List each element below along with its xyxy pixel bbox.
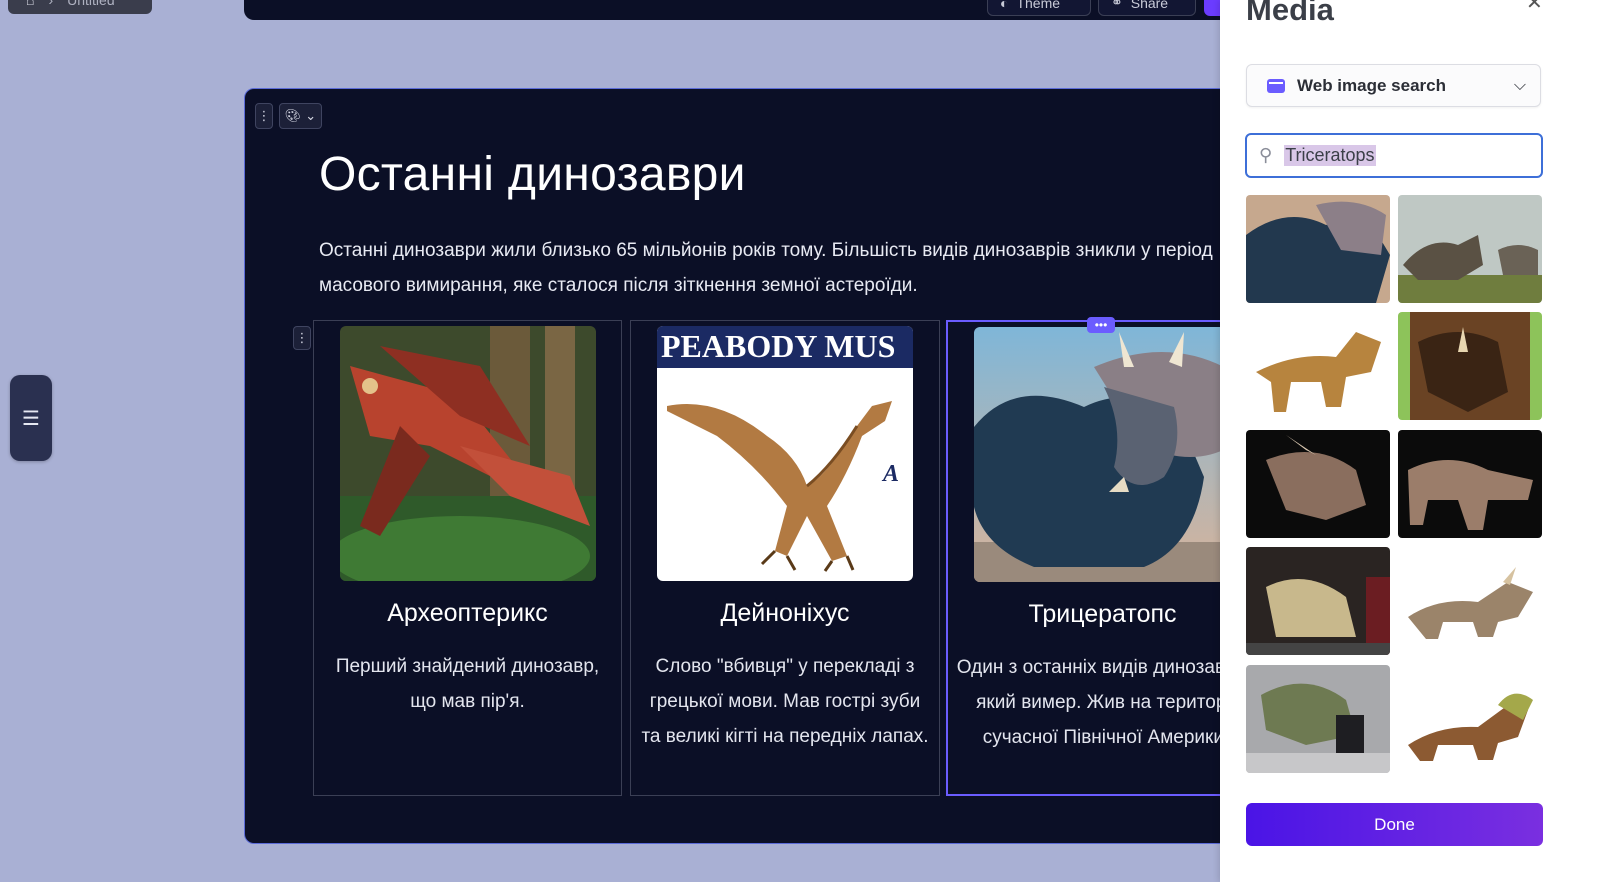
close-icon[interactable]: ✕	[1526, 0, 1543, 15]
card-menu-button[interactable]: ⋮	[255, 103, 273, 129]
result-thumbnail[interactable]	[1246, 195, 1390, 303]
media-panel: Media ✕ Web image search ⌵ ⚲ Triceratops	[1220, 0, 1600, 882]
menu-lines-icon: ☰	[22, 407, 40, 430]
column-text[interactable]: Один з останніх видів динозаврів, який в…	[956, 650, 1233, 755]
image-search-input[interactable]: ⚲ Triceratops	[1245, 133, 1543, 178]
more-horizontal-icon: •••	[1094, 318, 1108, 332]
vertical-dots-icon: ⋮	[295, 330, 309, 345]
result-thumbnail[interactable]	[1398, 195, 1542, 303]
grid-menu-button[interactable]: ⋮	[293, 326, 311, 350]
result-thumbnail[interactable]	[1246, 430, 1390, 538]
theme-button[interactable]: ◐ Theme	[987, 0, 1091, 16]
vertical-dots-icon: ⋮	[257, 108, 271, 123]
share-button[interactable]: ⚭ Share	[1098, 0, 1196, 16]
card-column-archaeopteryx[interactable]: Археоптерикс Перший знайдений динозавр, …	[313, 320, 622, 796]
share-label: Share	[1130, 0, 1169, 11]
result-thumbnail[interactable]	[1398, 430, 1542, 538]
browser-window-icon	[1267, 78, 1285, 93]
column-heading[interactable]: Археоптерикс	[314, 599, 621, 628]
slide-title[interactable]: Останні динозаври	[319, 147, 746, 202]
result-thumbnail[interactable]	[1398, 312, 1542, 420]
image-caption: PEABODY MUS	[661, 328, 895, 364]
result-thumbnail[interactable]	[1398, 665, 1542, 773]
result-thumbnail[interactable]	[1246, 665, 1390, 773]
result-thumbnail[interactable]	[1246, 312, 1390, 420]
block-options-button[interactable]: •••	[1087, 317, 1115, 333]
panel-title: Media	[1246, 0, 1334, 27]
column-text[interactable]: Слово "вбивця" у перекладі з грецької мо…	[639, 649, 931, 754]
theme-icon: ◐	[1000, 0, 1009, 11]
breadcrumb-title: Untitled	[67, 0, 115, 8]
breadcrumb[interactable]: ⌂ › Untitled	[8, 0, 152, 14]
deinonychus-image[interactable]: PEABODY MUS A	[657, 326, 913, 581]
done-button[interactable]: Done	[1246, 803, 1543, 846]
card-column-deinonychus[interactable]: PEABODY MUS A Дейноніхус Слово "вбивця" …	[630, 320, 940, 796]
card-column-triceratops[interactable]: Трицератопс Один з останніх видів диноза…	[946, 320, 1233, 796]
search-icon: ⚲	[1259, 145, 1273, 165]
result-thumbnail[interactable]	[1398, 547, 1542, 655]
column-text[interactable]: Перший знайдений динозавр, що мав пір'я.	[322, 649, 613, 719]
chevron-down-icon: ⌵	[1513, 76, 1526, 94]
outline-toggle-button[interactable]: ☰	[10, 375, 52, 461]
slide-lead-text[interactable]: Останні динозаври жили близько 65 мільйо…	[319, 233, 1219, 303]
share-icon: ⚭	[1111, 0, 1123, 10]
column-heading[interactable]: Трицератопс	[948, 600, 1233, 629]
result-thumbnail[interactable]	[1246, 547, 1390, 655]
home-icon: ⌂	[26, 0, 35, 8]
search-input-value[interactable]: Triceratops	[1284, 145, 1376, 166]
chevron-down-icon: ⌄	[305, 108, 317, 123]
palette-icon: 🎨︎	[284, 108, 302, 123]
triceratops-image[interactable]	[974, 327, 1233, 582]
source-label: Web image search	[1297, 75, 1446, 95]
theme-label: Theme	[1016, 0, 1061, 11]
card-style-button[interactable]: 🎨︎ ⌄	[279, 103, 322, 129]
source-dropdown[interactable]: Web image search ⌵	[1246, 64, 1541, 107]
archaeopteryx-image[interactable]	[340, 326, 596, 581]
svg-text:A: A	[881, 461, 899, 487]
column-heading[interactable]: Дейноніхус	[631, 599, 939, 628]
chevron-right-icon: ›	[48, 0, 54, 8]
slide-card[interactable]: ⋮ 🎨︎ ⌄ Останні динозаври Останні динозавр…	[244, 88, 1234, 844]
